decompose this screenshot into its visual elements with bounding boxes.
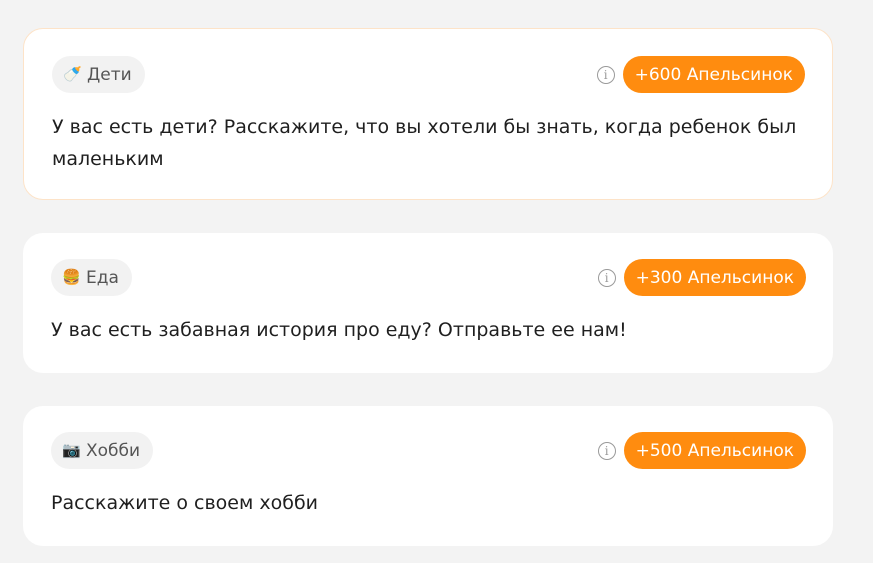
camera-icon: 📷	[62, 441, 81, 459]
topic-tag-label: Еда	[86, 267, 119, 288]
reward-badge: +500 Апельсинок	[623, 432, 806, 469]
topic-prompt: У вас есть забавная история про еду? Отп…	[51, 319, 627, 341]
topic-tag-label: Хобби	[86, 440, 141, 461]
topic-tag-hobby[interactable]: 📷 Хобби	[51, 432, 154, 469]
reward-area: i +600 Апельсинок	[596, 56, 805, 93]
info-icon[interactable]: i	[596, 65, 615, 84]
reward-badge: +600 Апельсинок	[622, 56, 805, 93]
topic-tag-kids[interactable]: 🍼 Дети	[52, 56, 145, 93]
topic-card-kids[interactable]: 🍼 Дети i +600 Апельсинок У вас есть дети…	[23, 28, 833, 200]
reward-area: i +500 Апельсинок	[597, 432, 806, 469]
topic-card-hobby[interactable]: 📷 Хобби i +500 Апельсинок Расскажите о с…	[23, 406, 833, 546]
topic-prompt: Расскажите о своем хобби	[51, 492, 319, 514]
baby-bottle-icon: 🍼	[63, 65, 82, 83]
burger-icon: 🍔	[62, 268, 81, 286]
info-icon[interactable]: i	[597, 441, 616, 460]
topic-tag-food[interactable]: 🍔 Еда	[51, 259, 132, 296]
topic-tag-label: Дети	[87, 64, 132, 85]
info-icon[interactable]: i	[597, 268, 616, 287]
topic-prompt: У вас есть дети? Расскажите, что вы хоте…	[52, 116, 797, 170]
topic-card-food[interactable]: 🍔 Еда i +300 Апельсинок У вас есть забав…	[23, 233, 833, 373]
reward-badge: +300 Апельсинок	[623, 259, 806, 296]
reward-area: i +300 Апельсинок	[597, 259, 806, 296]
